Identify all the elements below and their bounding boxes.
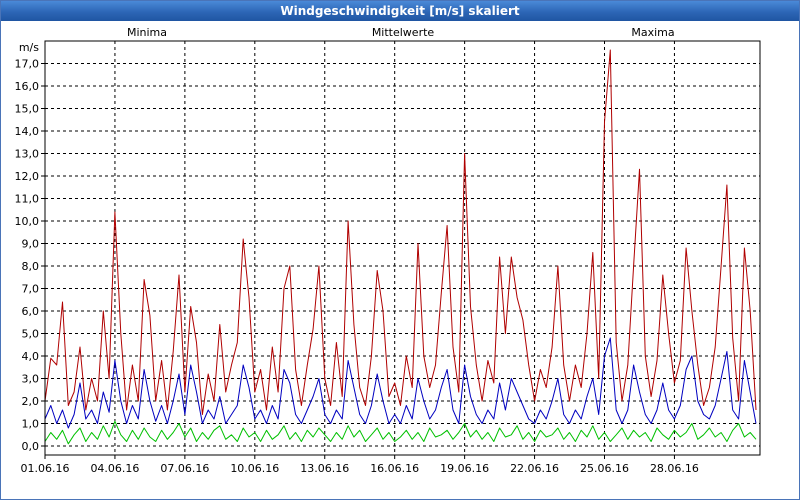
- y-tick-label: 13,0: [15, 148, 40, 161]
- y-tick-label: 17,0: [15, 58, 40, 71]
- y-tick-label: 12,0: [15, 170, 40, 183]
- y-tick-label: 5,0: [22, 328, 40, 341]
- y-tick-label: 2,0: [22, 395, 40, 408]
- chart-window: Windgeschwindigkeit [m/s] skaliert 0,0 1,…: [0, 0, 800, 500]
- y-tick-label: 9,0: [22, 238, 40, 251]
- x-tick-label: 10.06.16: [230, 462, 279, 475]
- y-tick-label: 15,0: [15, 103, 40, 116]
- x-tick-label: 28.06.16: [650, 462, 699, 475]
- legend-maxima: Maxima: [631, 26, 674, 39]
- y-tick-label: 0,0: [22, 440, 40, 453]
- y-tick-label: 11,0: [15, 193, 40, 206]
- y-tick-label: 8,0: [22, 260, 40, 273]
- y-tick-label: 1,0: [22, 418, 40, 431]
- x-tick-label: 16.06.16: [370, 462, 419, 475]
- legend-mittelwerte: Mittelwerte: [372, 26, 435, 39]
- y-tick-label: 6,0: [22, 305, 40, 318]
- chart-background: [1, 22, 799, 499]
- x-tick-label: 25.06.16: [580, 462, 629, 475]
- x-tick-label: 01.06.16: [21, 462, 70, 475]
- y-tick-label: 10,0: [15, 215, 40, 228]
- x-tick-label: 07.06.16: [160, 462, 209, 475]
- x-tick-label: 19.06.16: [440, 462, 489, 475]
- y-tick-label: 4,0: [22, 350, 40, 363]
- wind-speed-chart: 0,0 1,0 2,0 3,0 4,0 5,0 6,0 7,0 8,0 9,0 10,0 11,0 12…: [1, 22, 799, 499]
- y-tick-label: 14,0: [15, 125, 40, 138]
- chart-title: Windgeschwindigkeit [m/s] skaliert: [1, 1, 799, 21]
- x-tick-label: 22.06.16: [510, 462, 559, 475]
- y-axis-unit-label: m/s: [19, 41, 39, 54]
- legend-minima: Minima: [127, 26, 167, 39]
- y-tick-label: 16,0: [15, 80, 40, 93]
- x-tick-label: 13.06.16: [300, 462, 349, 475]
- x-tick-label: 04.06.16: [90, 462, 139, 475]
- y-tick-label: 3,0: [22, 373, 40, 386]
- y-tick-label: 7,0: [22, 283, 40, 296]
